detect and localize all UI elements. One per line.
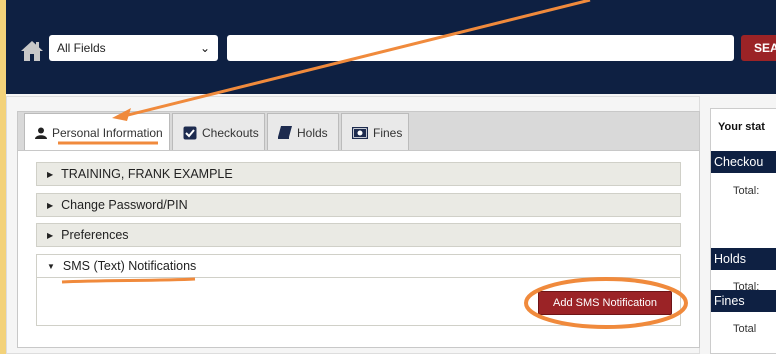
checkouts-total: Total: — [733, 185, 760, 197]
status-section-checkouts[interactable]: Checkou — [711, 151, 776, 173]
chevron-down-icon: ⌄ — [199, 41, 210, 55]
caret-down-icon: ▼ — [47, 261, 55, 271]
tab-holds[interactable]: Holds — [267, 113, 339, 151]
accordion-item-name[interactable]: ▶ TRAINING, FRANK EXAMPLE — [36, 162, 681, 186]
tab-checkouts[interactable]: Checkouts — [172, 113, 265, 151]
status-section-holds[interactable]: Holds — [711, 248, 776, 270]
search-field-select[interactable]: All Fields ⌄ — [49, 35, 218, 61]
search-field-select-value: All Fields — [57, 41, 106, 55]
accordion-label: Preferences — [61, 228, 129, 242]
caret-right-icon: ▶ — [47, 230, 54, 240]
tab-label: Checkouts — [202, 125, 259, 140]
money-icon — [352, 126, 368, 139]
caret-right-icon: ▶ — [47, 169, 54, 179]
accordion-label: Change Password/PIN — [61, 198, 188, 212]
home-icon[interactable] — [20, 40, 44, 62]
search-button[interactable]: SEA — [741, 35, 776, 61]
accordion-label: TRAINING, FRANK EXAMPLE — [61, 167, 233, 181]
accordion-item-sms-notifications[interactable]: ▼ SMS (Text) Notifications — [36, 254, 681, 278]
fines-total: Total — [733, 323, 757, 335]
tab-label: Holds — [297, 125, 328, 140]
accordion-item-preferences[interactable]: ▶ Preferences — [36, 223, 681, 247]
status-panel-title: Your stat — [718, 121, 765, 133]
person-icon — [35, 127, 47, 139]
accordion-label: SMS (Text) Notifications — [62, 259, 197, 273]
add-sms-notification-button[interactable]: Add SMS Notification — [538, 291, 672, 315]
tab-label: Personal Information — [52, 126, 163, 140]
book-icon — [278, 126, 292, 139]
tab-label: Fines — [373, 125, 403, 140]
account-status-panel — [710, 108, 776, 354]
status-section-fines[interactable]: Fines — [711, 290, 776, 312]
checkbox-icon — [183, 126, 197, 139]
caret-right-icon: ▶ — [47, 200, 54, 210]
tab-fines[interactable]: Fines — [341, 113, 409, 151]
search-input[interactable] — [227, 35, 734, 61]
tab-personal-information[interactable]: Personal Information — [24, 113, 170, 152]
accordion-item-change-password[interactable]: ▶ Change Password/PIN — [36, 193, 681, 217]
